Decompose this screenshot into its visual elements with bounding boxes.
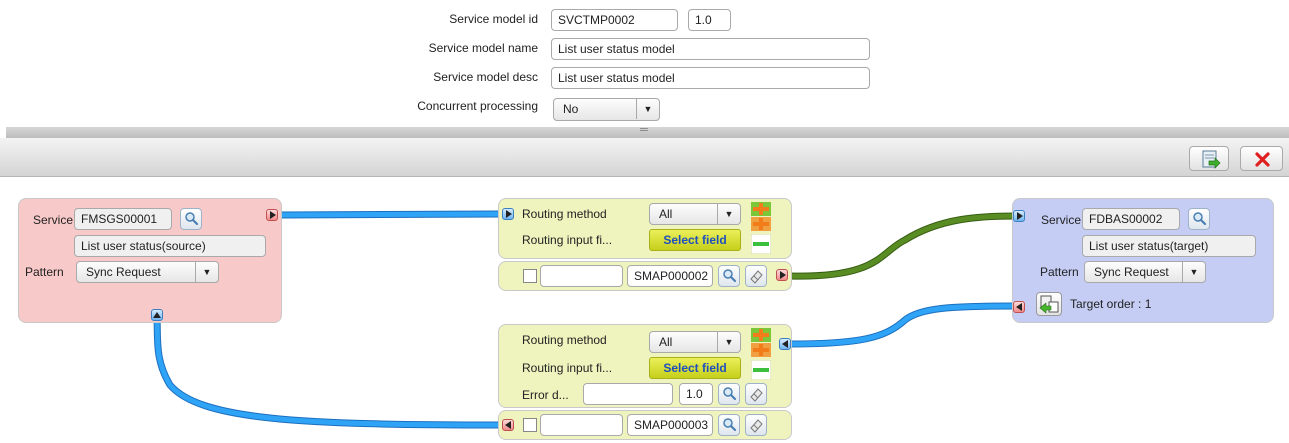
chevron-down-icon: ▼: [717, 204, 740, 224]
routing-bottom-add-icon[interactable]: [751, 328, 771, 342]
routing-top-checkbox[interactable]: [523, 269, 537, 283]
target-service-id-input[interactable]: FDBAS00002: [1082, 208, 1180, 230]
routing-top-method-select[interactable]: All ▼: [649, 203, 741, 225]
routing-top-output-port[interactable]: [776, 269, 788, 281]
routing-bottom-method-value: All: [659, 335, 673, 349]
target-order-button[interactable]: [1036, 292, 1062, 316]
source-service-id-input[interactable]: FMSGS00001: [74, 208, 172, 230]
routing-top-add-icon[interactable]: [751, 202, 771, 216]
link-routing-top-to-target: [786, 212, 1019, 280]
target-pattern-label: Pattern: [1040, 265, 1079, 279]
target-service-label: Service: [1041, 213, 1082, 227]
routing-bottom-remove-icon[interactable]: [750, 359, 772, 381]
source-pattern-value: Sync Request: [86, 265, 161, 279]
arrow-left-icon: [1016, 303, 1022, 311]
routing-bottom-input-port[interactable]: [779, 338, 791, 350]
routing-top-erase-button[interactable]: [745, 265, 767, 287]
eraser-icon: [750, 388, 763, 402]
routing-bottom-input-label: Routing input fi...: [522, 361, 613, 375]
search-icon: [723, 269, 737, 283]
routing-top-method-label: Routing method: [522, 207, 607, 221]
routing-top-remove-icon[interactable]: [750, 233, 772, 255]
source-search-button[interactable]: [180, 208, 202, 230]
source-error-port[interactable]: [151, 309, 163, 321]
chevron-down-icon: ▼: [717, 332, 740, 352]
eraser-icon: [750, 270, 763, 284]
routing-top-map-id-input[interactable]: SMAP000002: [627, 265, 713, 287]
routing-bottom-error-input[interactable]: [583, 383, 673, 405]
eraser-icon: [750, 419, 763, 433]
source-output-port[interactable]: [266, 209, 278, 221]
routing-top-input-label: Routing input fi...: [522, 233, 613, 247]
chevron-down-icon: ▼: [195, 262, 218, 282]
routing-bottom-error-version-input[interactable]: 1.0: [679, 383, 713, 405]
routing-top-method-value: All: [659, 207, 673, 221]
arrow-right-icon: [1017, 212, 1023, 220]
routing-top-search-button[interactable]: [718, 265, 740, 287]
arrow-right-icon: [780, 271, 786, 279]
routing-bottom-method-select[interactable]: All ▼: [649, 331, 741, 353]
search-icon: [723, 418, 737, 432]
routing-bottom-method-label: Routing method: [522, 333, 607, 347]
order-icon: [1039, 295, 1059, 314]
arrow-left-icon: [505, 421, 511, 429]
routing-bottom-select-field-button[interactable]: Select field: [649, 357, 741, 379]
routing-bottom-condition-input[interactable]: [540, 414, 623, 436]
source-service-name-input: List user status(source): [74, 235, 266, 257]
arrow-left-icon: [782, 340, 788, 348]
search-icon: [1193, 212, 1207, 226]
arrow-right-icon: [270, 211, 276, 219]
routing-bottom-erase-button[interactable]: [745, 414, 767, 436]
routing-bottom-error-search-button[interactable]: [718, 383, 740, 405]
routing-top-input-port[interactable]: [502, 208, 514, 220]
routing-top-select-field-button[interactable]: Select field: [649, 229, 741, 251]
target-pattern-value: Sync Request: [1094, 265, 1169, 279]
routing-bottom-search-button[interactable]: [718, 414, 740, 436]
routing-bottom-error-label: Error d...: [522, 388, 569, 402]
target-input-port[interactable]: [1013, 210, 1025, 222]
routing-bottom-error-erase-button[interactable]: [745, 383, 767, 405]
target-pattern-select[interactable]: Sync Request ▼: [1084, 261, 1206, 283]
chevron-down-icon: ▼: [1182, 262, 1205, 282]
source-pattern-label: Pattern: [25, 265, 64, 279]
routing-bottom-output-port[interactable]: [502, 419, 514, 431]
arrow-right-icon: [506, 210, 512, 218]
search-icon: [185, 212, 199, 226]
target-search-button[interactable]: [1188, 208, 1210, 230]
source-pattern-select[interactable]: Sync Request ▼: [76, 261, 219, 283]
routing-bottom-map-id-input[interactable]: SMAP000003: [627, 414, 713, 436]
target-reply-port[interactable]: [1013, 301, 1025, 313]
target-order-text: Target order : 1: [1070, 297, 1152, 311]
routing-bottom-checkbox[interactable]: [523, 418, 537, 432]
routing-top-move-icon[interactable]: [751, 217, 771, 231]
target-service-name-input: List user status(target): [1082, 235, 1256, 257]
routing-bottom-move-icon[interactable]: [751, 343, 771, 357]
routing-top-condition-input[interactable]: [540, 265, 623, 287]
search-icon: [723, 387, 737, 401]
arrow-up-icon: [153, 312, 161, 318]
source-service-label: Service: [33, 213, 74, 227]
